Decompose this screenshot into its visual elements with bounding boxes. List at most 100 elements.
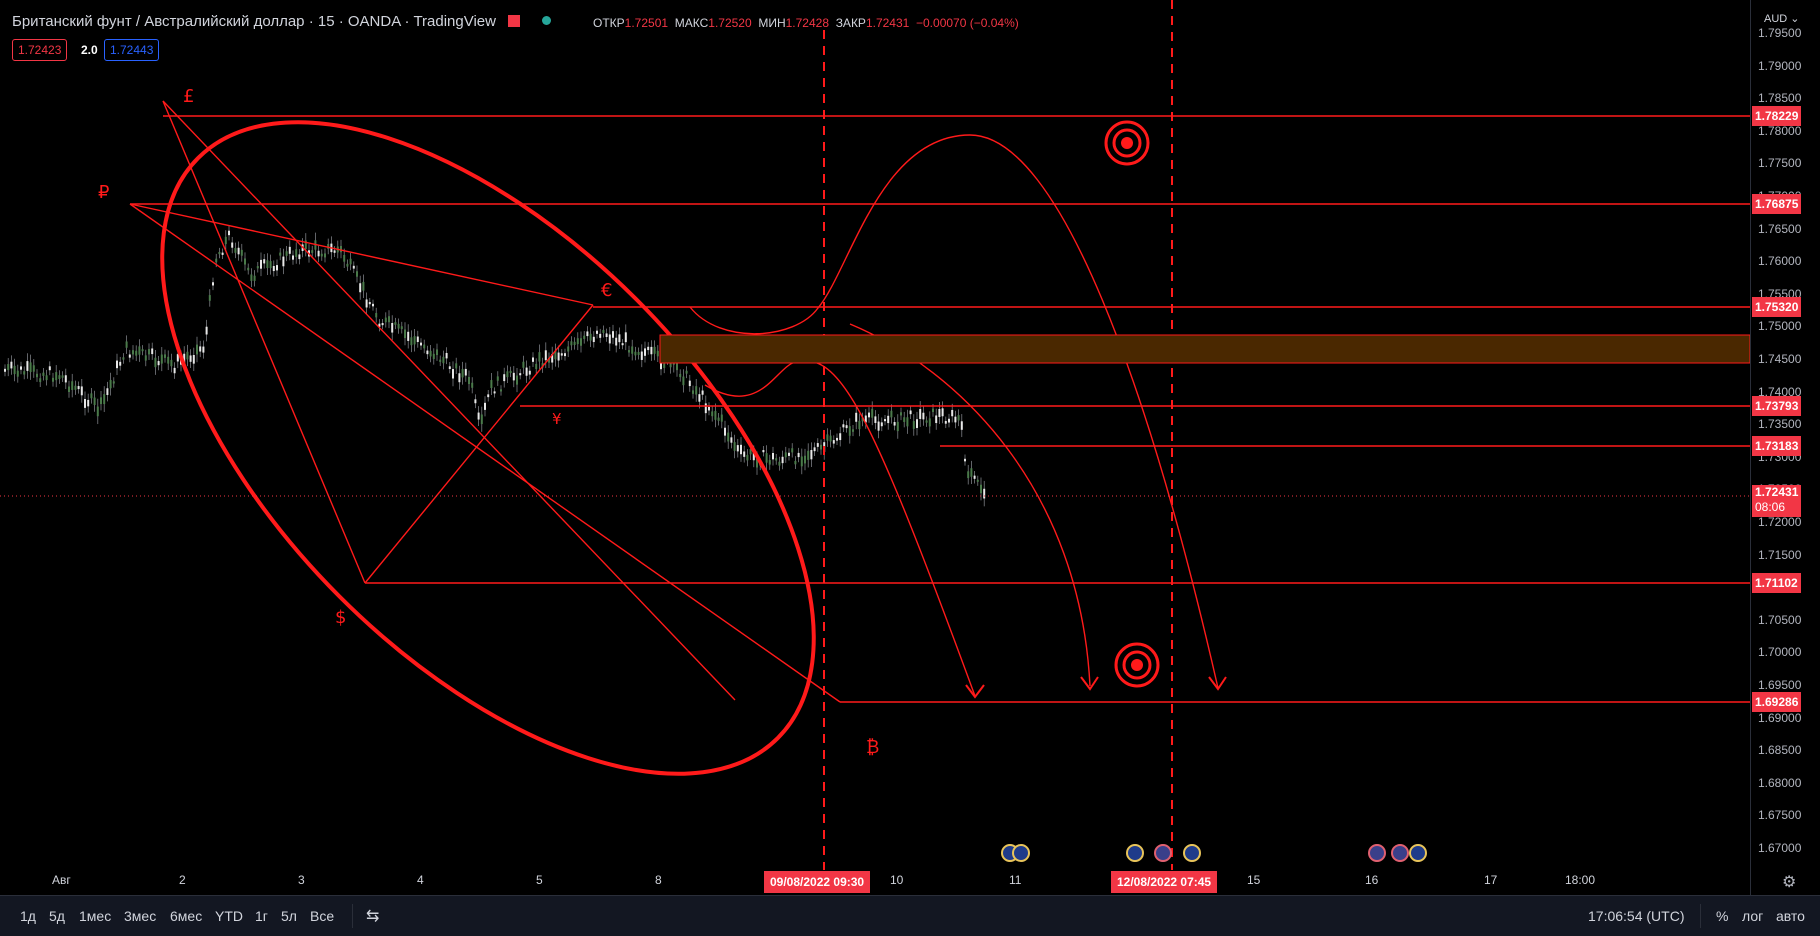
candle-body: [880, 422, 883, 427]
candle-body: [260, 259, 262, 269]
candle-body: [557, 352, 560, 361]
date-range-icon[interactable]: ⇆: [366, 906, 379, 926]
candle-body: [941, 408, 944, 417]
chart-title: Британский фунт / Австралийский доллар ·…: [12, 13, 552, 30]
candle-body: [202, 346, 205, 353]
candle-body: [618, 334, 621, 343]
candle-body: [212, 282, 214, 286]
projection-curve[interactable]: [689, 134, 1219, 689]
flag-icon[interactable]: [508, 15, 521, 27]
price-axis-label: 1.70500: [1758, 612, 1802, 627]
economic-events[interactable]: [1001, 844, 1427, 862]
candle-body: [560, 353, 563, 356]
candle-body: [634, 351, 637, 356]
candle-body: [493, 391, 496, 394]
range-5d-button[interactable]: 5д: [49, 908, 65, 924]
candle-body: [845, 425, 848, 429]
candle-body: [311, 250, 314, 253]
candle-body: [320, 253, 323, 257]
range-all-button[interactable]: Все: [310, 908, 334, 924]
price-axis-label: 1.76500: [1758, 221, 1802, 236]
range-1y-button[interactable]: 1г: [255, 908, 268, 924]
price-axis-label: 1.67500: [1758, 808, 1802, 823]
candle-body: [944, 420, 947, 424]
trend-line[interactable]: [129, 203, 841, 703]
candle-body: [778, 461, 781, 466]
price-axis-label: 1.79000: [1758, 58, 1802, 73]
price-axis-label: 1.74500: [1758, 352, 1802, 366]
price-axis-label: 1.68000: [1758, 775, 1802, 790]
candle-body: [221, 252, 224, 255]
candle-body: [186, 351, 189, 360]
candle-body: [692, 390, 694, 394]
candle-body: [7, 364, 10, 371]
candle-body: [173, 367, 176, 374]
candle-body: [544, 350, 547, 361]
candle-body: [695, 386, 698, 395]
currency-menu[interactable]: AUD ⌄: [1764, 12, 1800, 25]
candle-body: [567, 346, 570, 352]
candle-body: [967, 471, 970, 479]
percent-scale-button[interactable]: %: [1716, 908, 1728, 924]
vertical-marker-date: 09/08/2022 09:30: [764, 871, 871, 893]
auto-scale-button[interactable]: авто: [1776, 908, 1805, 924]
candle-body: [77, 386, 80, 390]
drawing-layer: [50, 0, 1750, 887]
range-5y-button[interactable]: 5л: [281, 908, 297, 924]
candle-body: [660, 363, 662, 370]
candle-body: [64, 375, 67, 383]
candle-body: [84, 398, 86, 408]
chart-canvas[interactable]: £ ₽ € ¥ $ ₿: [0, 0, 1750, 895]
level-price-tag: 1.73793: [1752, 396, 1802, 416]
range-6m-button[interactable]: 6мес: [170, 908, 202, 924]
candle-body: [928, 418, 931, 427]
candle-body: [138, 346, 141, 355]
candle-body: [154, 357, 157, 368]
current-price-tag: 1.72431 08:06: [1752, 485, 1802, 517]
candle-body: [663, 363, 666, 368]
candle-body: [253, 275, 256, 281]
range-ytd-button[interactable]: YTD: [215, 908, 243, 924]
candle-body: [58, 375, 61, 379]
candle-body: [116, 360, 118, 369]
candle-body: [375, 312, 378, 318]
supply-zone[interactable]: [659, 334, 1750, 364]
euro-symbol: €: [601, 280, 612, 301]
price-axis-label: 1.78500: [1758, 91, 1802, 106]
candle-body: [119, 361, 122, 366]
trend-line[interactable]: [162, 100, 736, 701]
candle-body: [394, 322, 397, 325]
ellipse-drawing[interactable]: [50, 10, 927, 887]
range-1m-button[interactable]: 1мес: [79, 908, 111, 924]
ohlc-readout: ОТКР1.72501 МАКС1.72520 МИН1.72428 ЗАКР1…: [593, 16, 1019, 30]
range-3m-button[interactable]: 3мес: [124, 908, 156, 924]
candle-body: [317, 250, 320, 257]
level-price-tag: 1.75320: [1752, 297, 1802, 317]
candle-body: [420, 342, 422, 346]
buy-price-button[interactable]: 1.72443: [104, 39, 160, 61]
sell-price-button[interactable]: 1.72423: [12, 39, 68, 61]
settings-gear-icon[interactable]: ⚙: [1782, 872, 1796, 892]
candle-body: [471, 382, 474, 388]
candle-body: [813, 447, 816, 452]
candle-body: [516, 375, 518, 385]
trend-line[interactable]: [364, 304, 594, 584]
time-axis-label: 4: [417, 873, 424, 887]
candle-body: [240, 249, 243, 256]
clock-readout[interactable]: 17:06:54 (UTC): [1588, 908, 1684, 924]
log-scale-button[interactable]: лог: [1742, 908, 1763, 924]
candle-body: [656, 350, 659, 357]
projection-curve[interactable]: [849, 323, 1091, 687]
candle-body: [61, 375, 64, 378]
candle-body: [506, 371, 509, 378]
candle-body: [980, 484, 982, 494]
candle-body: [701, 390, 704, 395]
projection-curve[interactable]: [704, 359, 976, 697]
trend-line[interactable]: [129, 203, 594, 306]
range-1d-button[interactable]: 1д: [20, 908, 36, 924]
candle-body: [877, 421, 880, 431]
candle-body: [400, 326, 403, 330]
candle-body: [461, 369, 464, 378]
candle-body: [807, 450, 810, 460]
candle-body: [144, 355, 147, 361]
